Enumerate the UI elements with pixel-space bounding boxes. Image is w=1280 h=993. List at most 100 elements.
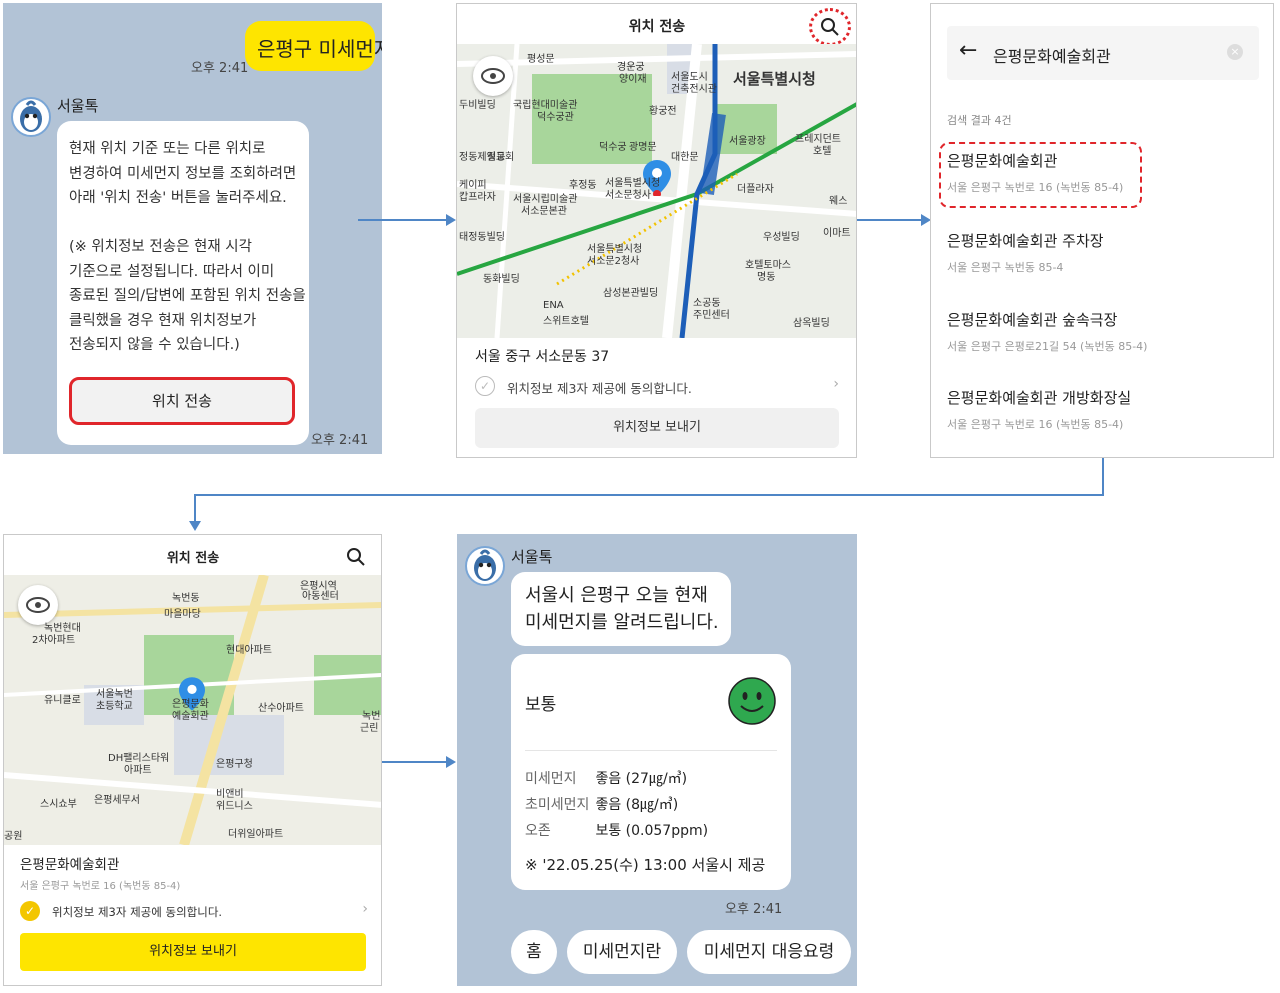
map-place-label: 양이재 xyxy=(619,74,647,85)
map-place-label: 호텔 xyxy=(813,146,832,157)
map-place-label: 은평세무서 xyxy=(94,795,140,806)
map-place-label: 후정동 xyxy=(569,180,597,191)
bot-avatar xyxy=(11,97,51,137)
my-location-button[interactable] xyxy=(473,56,513,96)
flow-arrow-3-vertical xyxy=(1102,458,1104,496)
flow-arrow-1 xyxy=(358,219,448,221)
map-place-label: 캅프라자 xyxy=(459,192,496,203)
result-name: 은평문화예술회관 숲속극장 xyxy=(947,311,1118,329)
dust-row-label: 미세먼지 xyxy=(525,771,577,787)
send-location-label: 위치정보 보내기 xyxy=(613,420,701,435)
search-icon xyxy=(347,548,365,566)
result-item[interactable]: 은평문화예술회관 서울 은평구 녹번로 16 (녹번동 85-4) xyxy=(947,150,1257,195)
quick-reply-label: 홈 xyxy=(526,942,542,962)
send-location-button[interactable]: 위치정보 보내기 xyxy=(20,933,366,971)
quick-reply-home[interactable]: 홈 xyxy=(511,930,557,974)
data-source-note: ※ '22.05.25(수) 13:00 서울시 제공 xyxy=(525,856,766,874)
search-bar[interactable]: ← 은평문화예술회관 × xyxy=(947,26,1259,80)
user-message-time: 오후 2:41 xyxy=(191,61,249,76)
user-message-bubble: 은평구 미세먼지 xyxy=(245,21,382,71)
bot-name: 서울톡 xyxy=(511,548,553,566)
map-place-label: 광명문 xyxy=(629,142,657,153)
result-name: 은평문화예술회관 주차장 xyxy=(947,232,1104,250)
quick-reply-label: 미세먼지 대응요령 xyxy=(703,942,835,962)
map-place-label: 근린 xyxy=(360,723,379,734)
location-send-label: 위치 전송 xyxy=(152,392,212,410)
consent-check-icon: ✓ xyxy=(475,376,495,396)
search-panel: ← 은평문화예술회관 × 검색 결과 4건 은평문화예술회관 서울 은평구 녹번… xyxy=(930,3,1274,458)
result-address: 서울 은평구 녹번동 85-4 xyxy=(947,261,1064,274)
map-place-label: 이마트 xyxy=(823,228,851,239)
air-status-label: 보통 xyxy=(525,695,557,715)
consent-row[interactable]: ✓ 위치정보 제3자 제공에 동의합니다. › xyxy=(20,901,368,923)
flow-arrow-3-down xyxy=(194,494,196,522)
search-button[interactable] xyxy=(342,543,370,571)
quick-reply-label: 미세먼지란 xyxy=(582,942,662,962)
map-view[interactable]: 평성문 경운궁 양이재 서울도시 건축전시관 서울특별시청 두비빌딩 국립현대미술관 덕수궁관 황… xyxy=(457,44,856,338)
location-target-icon xyxy=(481,68,505,84)
map-place-label: 삼성본관빌딩 xyxy=(603,288,659,299)
map-place-label: 주민센터 xyxy=(693,310,730,321)
map-place-label: 위드니스 xyxy=(216,801,253,812)
map-place-label: 2차아파트 xyxy=(32,635,76,646)
consent-check-icon: ✓ xyxy=(20,901,40,921)
clear-icon[interactable]: × xyxy=(1227,44,1243,60)
map-place-label: 스위트호텔 xyxy=(543,316,589,327)
map-place-label: 초등학교 xyxy=(96,701,133,712)
consent-row[interactable]: ✓ 위치정보 제3자 제공에 동의합니다. › xyxy=(475,376,839,398)
message-time: 오후 2:41 xyxy=(725,902,783,917)
search-query-text[interactable]: 은평문화예술회관 xyxy=(993,43,1111,67)
map-place-label: 황궁전 xyxy=(649,106,677,117)
consent-label: 위치정보 제3자 제공에 동의합니다. xyxy=(52,905,223,919)
location-send-panel-1: 위치 전송 평성문 경운궁 양이재 서울도시 건축전시관 서울특별시청 두비빌딩… xyxy=(456,3,857,458)
send-location-button[interactable]: 위치정보 보내기 xyxy=(475,408,839,448)
map-place-label: 공원 xyxy=(4,831,23,842)
map-place-label: 건축전시관 xyxy=(671,84,717,95)
result-item[interactable]: 은평문화예술회관 숲속극장 서울 은평구 은평로21길 54 (녹번동 85-4… xyxy=(947,309,1257,354)
bot-message-bubble: 서울시 은평구 오늘 현재 미세먼지를 알려드립니다. xyxy=(511,572,731,646)
user-message-text: 은평구 미세먼지 xyxy=(257,37,382,61)
map-place-label: 삼옥빌딩 xyxy=(793,318,830,329)
dust-row: 초미세먼지 좋음 (8㎍/㎥) xyxy=(525,794,678,814)
smiley-face-icon xyxy=(727,676,777,730)
result-item[interactable]: 은평문화예술회관 개방화장실 서울 은평구 녹번로 16 (녹번동 85-4) xyxy=(947,387,1257,432)
map-place-label: 예술회관 xyxy=(172,711,209,722)
map-place-label: 동화빌딩 xyxy=(483,274,520,285)
dust-row-value: 좋음 (8㎍/㎥) xyxy=(595,797,679,813)
map-place-label: 우성빌딩 xyxy=(763,232,800,243)
haechi-mascot-icon xyxy=(474,549,496,581)
flow-arrow-3-horizontal xyxy=(194,494,1104,496)
search-button[interactable] xyxy=(809,8,851,46)
map-place-label: 명동 xyxy=(757,272,776,283)
send-location-label: 위치정보 보내기 xyxy=(149,944,237,959)
map-place-label: 현대아파트 xyxy=(226,645,272,656)
haechi-mascot-icon xyxy=(20,100,42,132)
result-address: 서울 은평구 녹번로 16 (녹번동 85-4) xyxy=(947,418,1124,431)
map-place-label: 스시쇼부 xyxy=(40,799,77,810)
map-place-label: ENA xyxy=(543,300,564,311)
result-name: 은평문화예술회관 xyxy=(947,152,1058,170)
map-place-label: 아파트 xyxy=(124,765,152,776)
bot-message-bubble: 현재 위치 기준 또는 다른 위치로 변경하여 미세먼지 정보를 조회하려면 아… xyxy=(57,121,309,445)
flow-arrow-1-head xyxy=(446,214,456,226)
place-name: 은평문화예술회관 xyxy=(20,857,120,873)
map-view[interactable]: 은평시역 아동센터 녹번동 마을마당 녹번현대 2차아파트 현대아파트 유니클로 서울녹번 초등학… xyxy=(4,575,381,845)
flow-arrow-4 xyxy=(382,761,448,763)
flow-arrow-3-head xyxy=(189,521,201,531)
quick-reply-dust-info[interactable]: 미세먼지란 xyxy=(567,930,677,974)
dust-row: 미세먼지 좋음 (27㎍/㎥) xyxy=(525,768,687,788)
back-arrow-icon[interactable]: ← xyxy=(959,38,977,63)
location-send-button[interactable]: 위치 전송 xyxy=(69,377,295,425)
place-address: 서울 은평구 녹번로 16 (녹번동 85-4) xyxy=(20,881,181,892)
map-place-label: 태정동빌딩 xyxy=(459,232,505,243)
map-place-label: 덕수궁관 xyxy=(537,112,574,123)
chevron-right-icon: › xyxy=(833,376,839,392)
result-count: 검색 결과 4건 xyxy=(947,114,1012,127)
result-item[interactable]: 은평문화예술회관 주차장 서울 은평구 녹번동 85-4 xyxy=(947,230,1257,275)
panel-title: 위치 전송 xyxy=(166,551,220,566)
map-place-label: 두비빌딩 xyxy=(459,100,496,111)
chat-panel-2: 서울톡 서울시 은평구 오늘 현재 미세먼지를 알려드립니다. 보통 미세먼지 … xyxy=(457,534,857,986)
map-place-label: 서울특별시청 xyxy=(733,70,816,88)
quick-reply-dust-guide[interactable]: 미세먼지 대응요령 xyxy=(687,930,851,974)
dust-row-value: 보통 (0.057ppm) xyxy=(595,823,709,839)
